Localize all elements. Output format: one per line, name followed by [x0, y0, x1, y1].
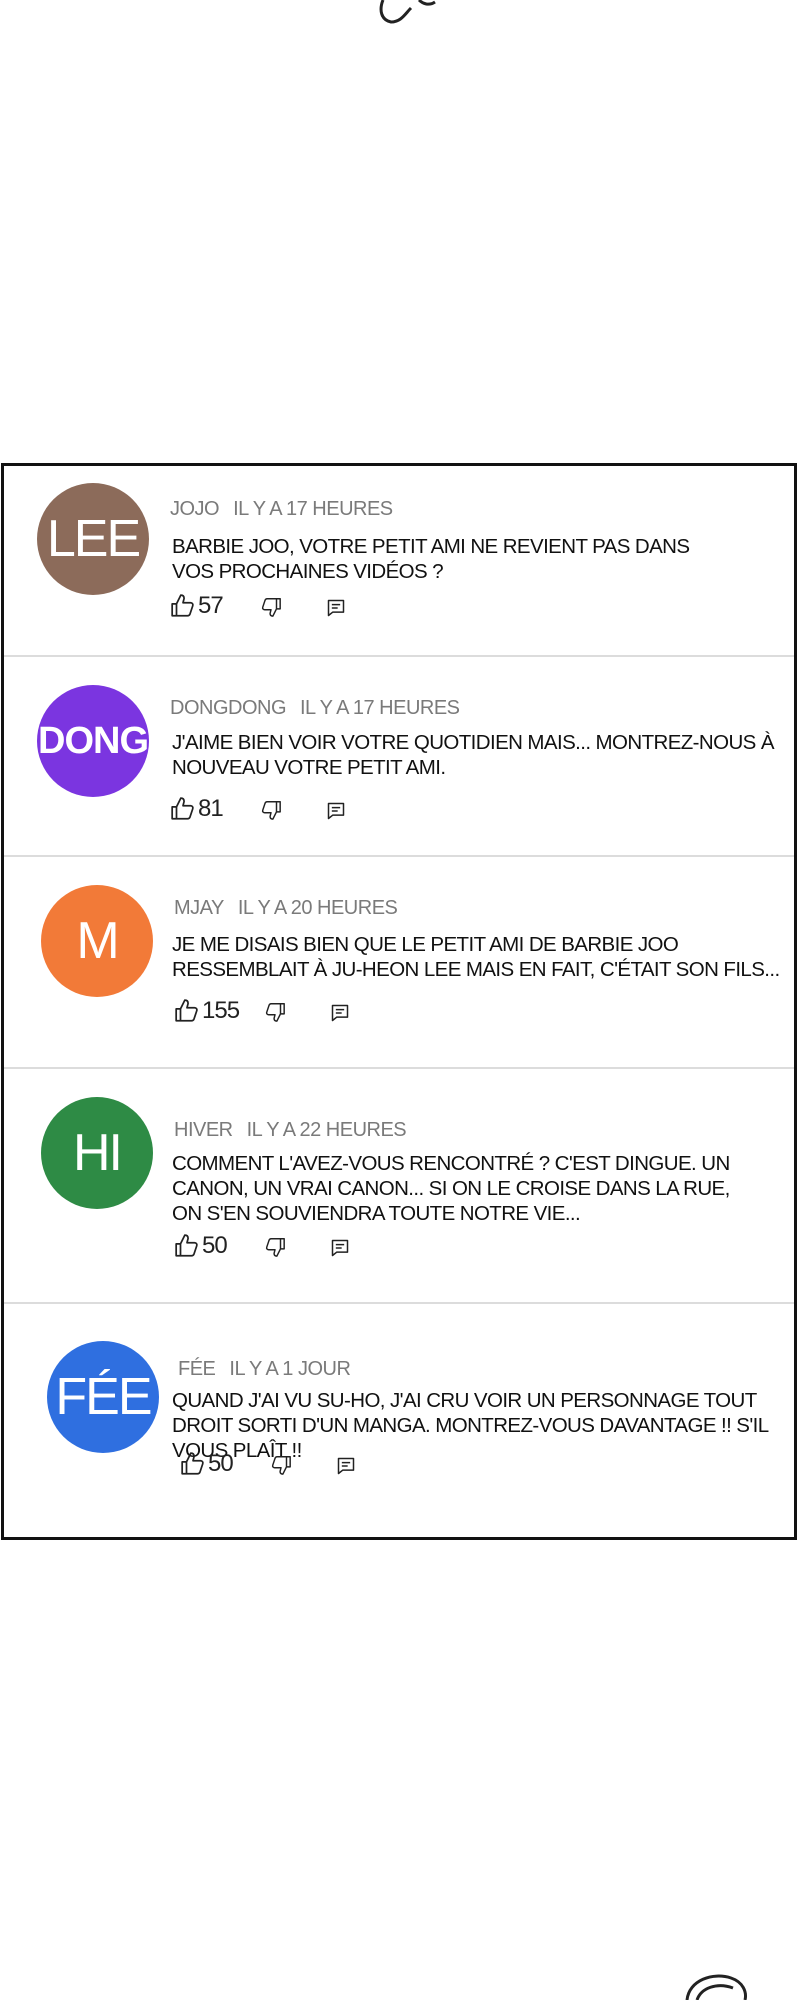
divider [4, 655, 794, 657]
comment-icon [337, 1457, 355, 1475]
divider [4, 1067, 794, 1069]
comment-text: QUAND J'AI VU SU-HO, J'AI CRU VOIR UN PE… [172, 1389, 768, 1462]
like-count: 81 [198, 795, 224, 822]
comment-time: IL Y A 17 HEURES [300, 697, 460, 719]
reply-button[interactable] [330, 1003, 350, 1023]
comment-icon [331, 1004, 349, 1022]
dislike-button[interactable] [264, 1001, 286, 1023]
comments-panel: LEE JOJO IL Y A 17 HEURES BARBIE JOO, VOT… [1, 463, 797, 1540]
dislike-button[interactable] [260, 596, 282, 618]
comment-text: BARBIE JOO, VOTRE PETIT AMI NE REVIENT P… [172, 535, 690, 583]
reply-button[interactable] [330, 1238, 350, 1258]
avatar[interactable]: DONG [37, 685, 149, 797]
dislike-button[interactable] [264, 1236, 286, 1258]
thumbs-up-icon [181, 1452, 204, 1475]
thumbs-up-icon [171, 797, 194, 820]
comment-text: J'AIME BIEN VOIR VOTRE QUOTIDIEN MAIS...… [172, 731, 775, 779]
like-count: 50 [202, 1232, 228, 1259]
comment-author[interactable]: DONGDONG [170, 697, 287, 719]
comment-author[interactable]: JOJO [170, 498, 220, 520]
comment-author[interactable]: HIVER [174, 1119, 233, 1141]
comment-time: IL Y A 1 JOUR [229, 1358, 351, 1380]
reply-button[interactable] [326, 598, 346, 618]
dislike-button[interactable] [260, 799, 282, 821]
comment-text: JE ME DISAIS BIEN QUE LE PETIT AMI DE BA… [172, 933, 780, 981]
thumbs-up-icon [175, 1234, 198, 1257]
thumbs-down-icon [271, 1456, 291, 1475]
thumbs-down-icon [265, 1003, 285, 1022]
like-button[interactable]: 50 [174, 1232, 228, 1260]
like-count: 57 [198, 592, 224, 619]
divider [4, 1302, 794, 1304]
comment-text: COMMENT L'AVEZ-VOUS RENCONTRÉ ? C'EST DI… [172, 1152, 730, 1225]
reply-button[interactable] [336, 1456, 356, 1476]
thumbs-up-icon [175, 999, 198, 1022]
thumbs-down-icon [261, 801, 281, 820]
comment-icon [327, 802, 345, 820]
comment-time: IL Y A 22 HEURES [246, 1119, 407, 1141]
avatar[interactable]: LEE [37, 483, 149, 595]
comment-time: IL Y A 17 HEURES [233, 498, 393, 520]
reply-button[interactable] [326, 801, 346, 821]
thumbs-down-icon [261, 598, 281, 617]
dislike-button[interactable] [270, 1454, 292, 1476]
divider [4, 855, 794, 857]
comment-icon [327, 599, 345, 617]
like-count: 50 [208, 1450, 234, 1477]
bottom-doodle [685, 1974, 747, 2000]
comment-icon [331, 1239, 349, 1257]
comment-author[interactable]: MJAY [174, 897, 224, 919]
thumbs-down-icon [265, 1238, 285, 1257]
avatar[interactable]: M [41, 885, 153, 997]
like-button[interactable]: 81 [170, 795, 224, 823]
comment-author[interactable]: FÉE [178, 1358, 216, 1380]
like-button[interactable]: 155 [174, 997, 240, 1025]
avatar[interactable]: HI [41, 1097, 153, 1209]
thumbs-up-icon [171, 594, 194, 617]
comment-time: IL Y A 20 HEURES [237, 897, 398, 919]
top-doodle [379, 0, 436, 24]
avatar[interactable]: FÉE [47, 1341, 159, 1453]
like-count: 155 [202, 997, 240, 1024]
like-button[interactable]: 50 [180, 1450, 234, 1478]
like-button[interactable]: 57 [170, 592, 224, 620]
